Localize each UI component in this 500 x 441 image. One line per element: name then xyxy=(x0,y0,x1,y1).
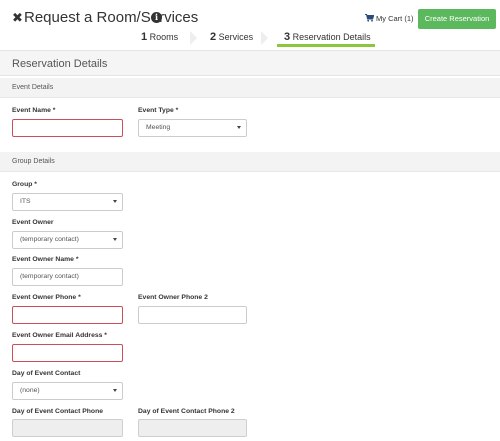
event-name-input[interactable] xyxy=(12,119,123,137)
step-label: Reservation Details xyxy=(292,32,371,42)
section-label: Group Details xyxy=(12,158,55,165)
step-label: Rooms xyxy=(149,32,179,42)
event-type-select[interactable]: Meeting xyxy=(138,119,247,137)
event-owner-name-label: Event Owner Name * xyxy=(12,256,79,263)
day-of-event-contact-phone2-label: Day of Event Contact Phone 2 xyxy=(138,408,235,415)
event-name-label: Event Name * xyxy=(12,107,56,114)
step-number: 2 xyxy=(210,31,217,43)
close-icon[interactable]: ✖ xyxy=(12,10,23,26)
event-owner-email-input[interactable] xyxy=(12,344,123,362)
day-of-event-contact-select[interactable]: (none) xyxy=(12,382,123,400)
panel-title: Reservation Details xyxy=(12,58,108,70)
panel-header: Reservation Details xyxy=(0,50,500,76)
step-label: Services xyxy=(218,32,254,42)
section-event-details: Event Details xyxy=(0,78,500,98)
step-reservation-details[interactable]: 3 Reservation Details xyxy=(284,31,371,43)
day-of-event-contact-value: (none) xyxy=(20,387,40,394)
event-owner-phone-input[interactable] xyxy=(12,306,123,324)
chevron-down-icon xyxy=(237,126,241,129)
step-services[interactable]: 2 Services xyxy=(210,31,253,43)
step-number: 1 xyxy=(141,31,148,43)
info-icon[interactable]: i xyxy=(151,12,162,23)
event-owner-phone2-input[interactable] xyxy=(138,306,247,324)
chevron-down-icon xyxy=(113,238,117,241)
step-separator xyxy=(190,31,197,45)
group-value: ITS xyxy=(20,198,31,205)
event-owner-name-input[interactable]: (temporary contact) xyxy=(12,268,123,286)
event-type-label: Event Type * xyxy=(138,107,179,114)
event-owner-select[interactable]: (temporary contact) xyxy=(12,231,123,249)
group-select[interactable]: ITS xyxy=(12,193,123,211)
day-of-event-contact-phone2-input[interactable] xyxy=(138,419,247,437)
day-of-event-contact-phone-input[interactable] xyxy=(12,419,123,437)
chevron-down-icon xyxy=(113,200,117,203)
group-label: Group * xyxy=(12,181,37,188)
event-type-value: Meeting xyxy=(146,124,171,131)
cart-label: My Cart (1) xyxy=(376,14,414,23)
section-group-details: Group Details xyxy=(0,152,500,172)
step-number: 3 xyxy=(284,31,291,43)
day-of-event-contact-phone-label: Day of Event Contact Phone xyxy=(12,408,104,415)
create-reservation-button[interactable]: Create Reservation xyxy=(418,9,496,29)
event-owner-phone-label: Event Owner Phone * xyxy=(12,294,81,301)
cart-icon xyxy=(365,14,374,22)
my-cart-link[interactable]: My Cart (1) xyxy=(365,14,414,23)
page-title: Request a Room/Services xyxy=(24,9,199,26)
day-of-event-contact-label: Day of Event Contact xyxy=(12,370,81,377)
section-label: Event Details xyxy=(12,84,54,91)
event-owner-value: (temporary contact) xyxy=(20,236,79,243)
chevron-down-icon xyxy=(113,389,117,392)
step-separator xyxy=(261,31,268,45)
active-step-indicator xyxy=(277,44,375,47)
step-rooms[interactable]: 1 Rooms xyxy=(141,31,178,43)
event-owner-label: Event Owner xyxy=(12,219,54,226)
event-owner-email-label: Event Owner Email Address * xyxy=(12,332,107,339)
event-owner-phone2-label: Event Owner Phone 2 xyxy=(138,294,208,301)
